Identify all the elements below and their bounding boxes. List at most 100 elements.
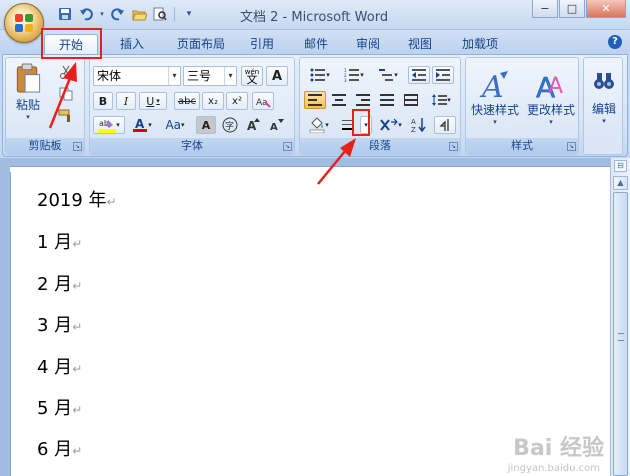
- copy-button[interactable]: [54, 84, 78, 104]
- doc-line-month[interactable]: 1 月↵: [37, 228, 82, 254]
- scrollbar-thumb[interactable]: [613, 192, 628, 476]
- strikethrough-button[interactable]: abc: [174, 92, 200, 110]
- tab-page-layout[interactable]: 页面布局: [166, 34, 236, 54]
- undo-dropdown-icon[interactable]: ▾: [98, 5, 106, 23]
- borders-dropdown-highlight-box: [352, 109, 370, 136]
- enclose-characters-icon: 字: [222, 117, 238, 133]
- ruler-toggle-icon[interactable]: ⊟: [614, 160, 627, 172]
- chinese-layout-button[interactable]: ▾: [376, 116, 406, 134]
- align-center-button[interactable]: [328, 91, 350, 109]
- grow-font-button[interactable]: A: [244, 116, 264, 134]
- cut-button[interactable]: [54, 62, 78, 82]
- title-bar: ▾ ▾ 文档 2 - Microsoft Word − □ ✕: [0, 0, 630, 30]
- font-color-button[interactable]: A ▾: [127, 116, 157, 134]
- tab-insert[interactable]: 插入: [108, 34, 156, 54]
- tab-references[interactable]: 引用: [242, 34, 282, 54]
- paragraph-mark: ↵: [106, 195, 117, 209]
- doc-line-month[interactable]: 4 月↵: [37, 353, 82, 379]
- binoculars-icon: [594, 72, 614, 89]
- sort-button[interactable]: AZ: [408, 116, 430, 134]
- change-styles-icon: AA: [536, 70, 563, 100]
- align-left-button[interactable]: [304, 91, 326, 109]
- vertical-scrollbar[interactable]: ⊟ ▲: [610, 158, 630, 476]
- tab-add-ins[interactable]: 加载项: [452, 34, 508, 54]
- distributed-button[interactable]: [400, 91, 422, 109]
- paragraph-mark: ↵: [72, 362, 83, 376]
- change-case-button[interactable]: Aa ▾: [160, 116, 190, 134]
- help-icon[interactable]: ?: [608, 35, 622, 49]
- undo-icon[interactable]: [77, 5, 95, 23]
- tab-review[interactable]: 审阅: [348, 34, 388, 54]
- doc-line-month[interactable]: 6 月↵: [37, 435, 82, 461]
- justify-button[interactable]: [376, 91, 398, 109]
- shrink-font-icon: A: [270, 119, 284, 133]
- underline-button[interactable]: U ▾: [139, 92, 167, 110]
- maximize-button[interactable]: □: [559, 0, 585, 18]
- paste-dropdown-icon: ▾: [26, 113, 30, 121]
- show-hide-marks-button[interactable]: [434, 116, 456, 134]
- open-icon[interactable]: [130, 5, 148, 23]
- clipboard-dialog-launcher-icon[interactable]: ↘: [73, 142, 82, 151]
- align-right-button[interactable]: [352, 91, 374, 109]
- change-styles-label: 更改样式: [526, 102, 575, 117]
- line-spacing-button[interactable]: ▾: [426, 91, 456, 109]
- superscript-button[interactable]: x²: [226, 92, 248, 110]
- customize-dropdown-icon[interactable]: ▾: [180, 5, 198, 23]
- phonetic-guide-button[interactable]: wén 文: [241, 66, 263, 86]
- shading-button[interactable]: ▾: [304, 116, 334, 134]
- sort-icon: AZ: [411, 118, 426, 133]
- increase-indent-button[interactable]: [432, 66, 454, 84]
- home-tab-highlight-box: [41, 28, 102, 59]
- scroll-up-arrow-icon[interactable]: ▲: [613, 176, 628, 190]
- font-size-combo[interactable]: 三号 ▾: [183, 66, 237, 86]
- numbering-button[interactable]: 123 ▾: [338, 66, 370, 84]
- paragraph-dialog-launcher-icon[interactable]: ↘: [449, 142, 458, 151]
- font-name-combo[interactable]: 宋体 ▾: [93, 66, 181, 86]
- shrink-font-button[interactable]: A: [266, 116, 286, 134]
- doc-line-month[interactable]: 2 月↵: [37, 270, 82, 296]
- format-painter-button[interactable]: [54, 106, 78, 126]
- minimize-button[interactable]: −: [532, 0, 558, 18]
- ribbon: 粘贴 ▾ 剪贴板 ↘ 宋体 ▾ 三号 ▾ wén 文 A B I U ▾ abc…: [2, 54, 628, 157]
- tab-mailings[interactable]: 邮件: [296, 34, 336, 54]
- bold-button[interactable]: B: [93, 92, 113, 110]
- change-case-label: Aa: [165, 118, 182, 132]
- print-preview-icon[interactable]: [151, 5, 169, 23]
- justify-icon: [380, 94, 394, 106]
- bullets-dropdown-icon: ▾: [326, 71, 330, 79]
- bullets-button[interactable]: ▾: [304, 66, 336, 84]
- doc-line-month[interactable]: 3 月↵: [37, 311, 82, 337]
- office-logo-icon: [15, 14, 35, 34]
- enclose-characters-button[interactable]: 字: [220, 116, 240, 134]
- decrease-indent-button[interactable]: [408, 66, 430, 84]
- save-icon[interactable]: [56, 5, 74, 23]
- tab-view[interactable]: 视图: [400, 34, 440, 54]
- paragraph-group: ▾ 123 ▾ ▾ ▾ ▾ ▾ ▾ A Z 段落 ↘: [299, 57, 461, 155]
- subscript-button[interactable]: x₂: [202, 92, 224, 110]
- paragraph-mark: ↵: [72, 320, 83, 334]
- cut-icon: [60, 65, 72, 79]
- italic-button[interactable]: I: [116, 92, 136, 110]
- character-shading-button[interactable]: A: [196, 116, 216, 134]
- highlighter-icon: ab: [98, 119, 117, 133]
- font-dialog-launcher-icon[interactable]: ↘: [283, 142, 292, 151]
- paste-button[interactable]: 粘贴 ▾: [10, 62, 46, 122]
- office-button[interactable]: [4, 3, 44, 43]
- clipboard-group: 粘贴 ▾ 剪贴板 ↘: [5, 57, 85, 155]
- doc-line-month[interactable]: 5 月↵: [37, 394, 82, 420]
- character-border-button[interactable]: A: [266, 66, 288, 86]
- change-styles-button[interactable]: AA 更改样式 ▾: [524, 62, 578, 132]
- clear-formatting-button[interactable]: Aa: [252, 92, 274, 110]
- font-name-dropdown-icon[interactable]: ▾: [168, 67, 180, 85]
- styles-dialog-launcher-icon[interactable]: ↘: [567, 142, 576, 151]
- redo-icon[interactable]: [109, 5, 127, 23]
- editing-button[interactable]: 编辑 ▾: [585, 62, 623, 132]
- text-highlight-button[interactable]: ab ▾: [93, 116, 125, 134]
- doc-line-text: 6 月: [37, 439, 73, 460]
- doc-line-text: 3 月: [37, 315, 73, 336]
- doc-line-year[interactable]: 2019 年↵: [37, 186, 117, 212]
- multilevel-list-button[interactable]: ▾: [372, 66, 404, 84]
- quick-styles-button[interactable]: A 快速样式 ▾: [468, 62, 522, 132]
- close-button[interactable]: ✕: [586, 0, 626, 18]
- font-size-dropdown-icon[interactable]: ▾: [224, 67, 236, 85]
